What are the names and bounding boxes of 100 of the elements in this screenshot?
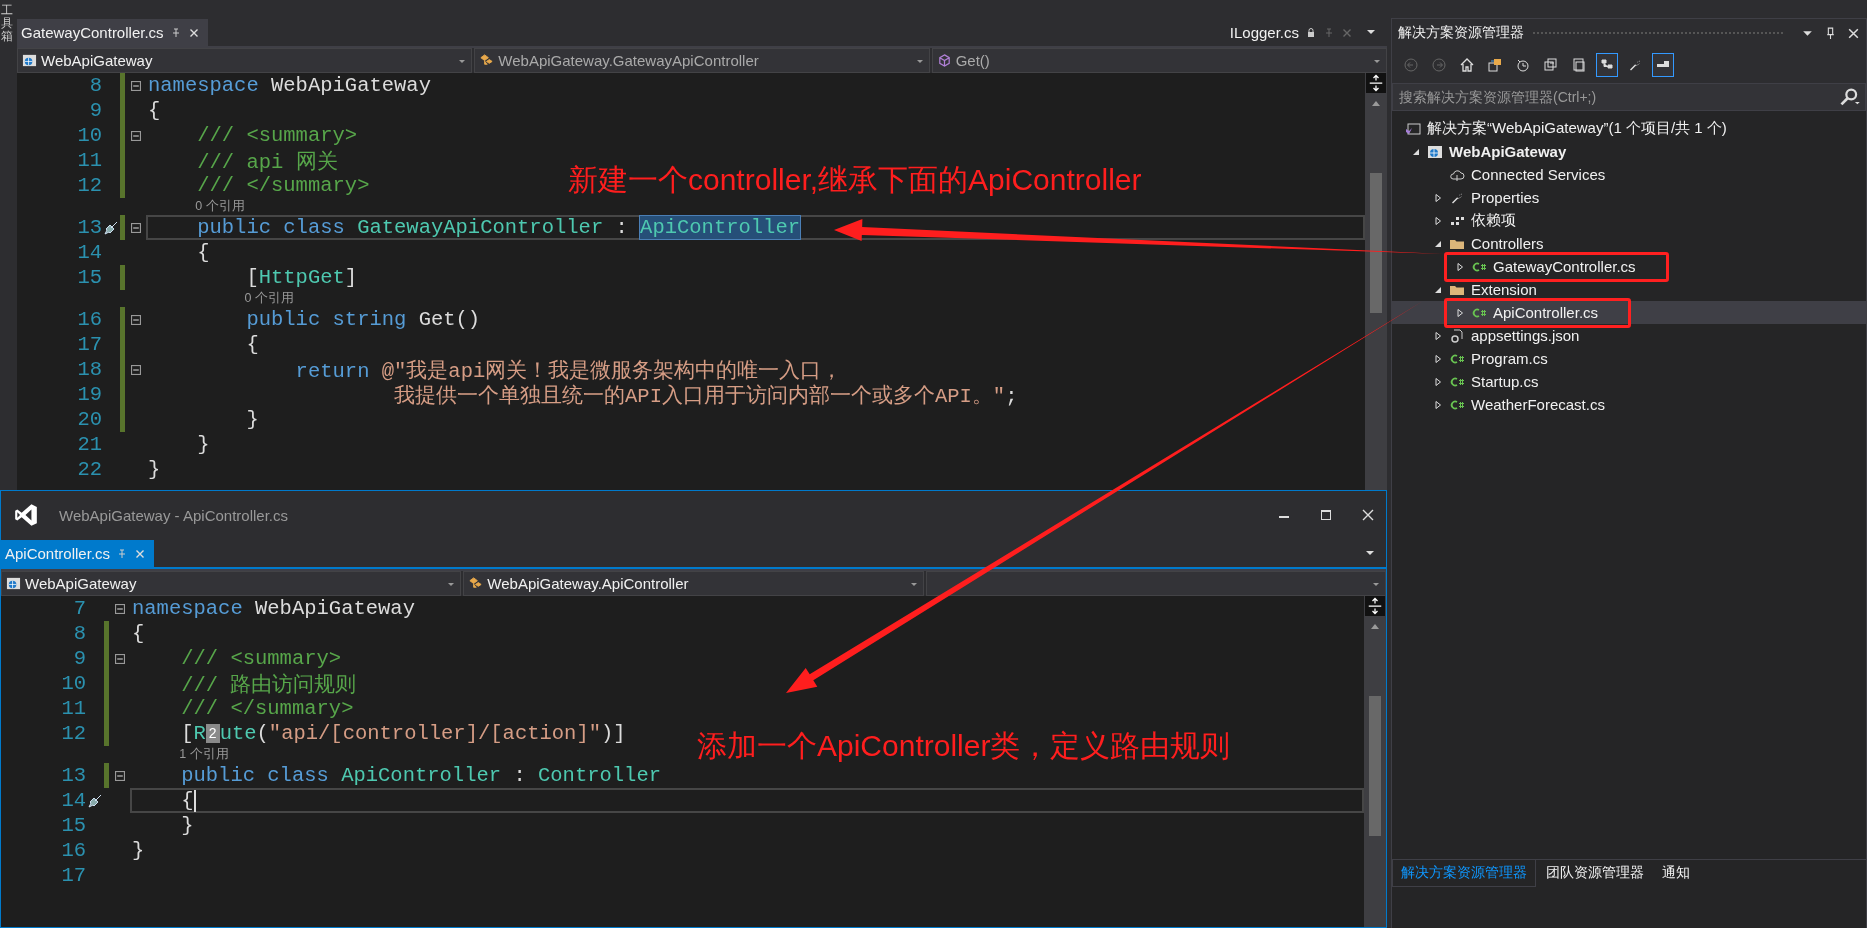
tree-item[interactable]: Connected Services — [1471, 166, 1606, 183]
line-number: 15 — [76, 265, 102, 290]
code-text: { — [196, 241, 210, 264]
collapse-icon[interactable] — [131, 222, 141, 233]
tree-item[interactable]: Program.cs — [1471, 350, 1548, 367]
tree-item[interactable]: GatewayController.cs — [1493, 258, 1636, 275]
file-tab[interactable]: GatewayController.cs — [17, 19, 208, 46]
line-number: 22 — [76, 457, 102, 482]
reference-count[interactable]: 1 个引用 — [179, 746, 229, 763]
navigation-dropdown[interactable]: WebApiGateway — [1, 571, 462, 596]
panel-tab[interactable]: 解决方案资源管理器 — [1392, 860, 1536, 887]
tree-item[interactable]: WeatherForecast.cs — [1471, 396, 1605, 413]
navigation-dropdown[interactable]: WebApiGateway — [17, 48, 473, 73]
line-number: 8 — [72, 621, 86, 646]
line-number: 8 — [88, 73, 102, 98]
navigation-dropdown[interactable]: WebApiGateway.GatewayApiController — [474, 48, 930, 73]
scroll-thumb[interactable] — [1370, 173, 1382, 313]
collapse-icon[interactable] — [115, 770, 125, 781]
code-text: { — [132, 622, 145, 645]
tree-item[interactable]: 依赖项 — [1471, 211, 1516, 230]
line-number: 21 — [76, 432, 102, 457]
collapse-icon[interactable] — [131, 364, 141, 375]
tree-item[interactable]: WebApiGateway — [1449, 143, 1567, 160]
class-icon — [479, 53, 495, 68]
splitter-icon[interactable] — [1365, 596, 1385, 616]
tree-item[interactable]: appsettings.json — [1471, 327, 1580, 344]
navigation-dropdown[interactable]: WebApiGateway.ApiController — [463, 571, 924, 596]
code-text: ute("api/[controller]/[action]")] — [219, 722, 626, 745]
collapse-icon[interactable] — [131, 314, 141, 325]
globe-icon — [22, 53, 37, 68]
code-text: /// <summary> — [196, 124, 358, 147]
code-text: } — [180, 814, 194, 837]
collapsed-icon[interactable] — [1455, 261, 1465, 272]
tree-item[interactable]: Startup.cs — [1471, 373, 1539, 390]
code-text: { — [245, 333, 259, 356]
collapsed-icon[interactable] — [1433, 353, 1443, 364]
reference-count[interactable]: 0 个引用 — [195, 198, 245, 215]
line-number: 11 — [60, 696, 86, 721]
code-text: } — [245, 408, 259, 431]
preview-icon[interactable] — [1652, 53, 1674, 77]
splitter-icon[interactable] — [1366, 73, 1386, 93]
scroll-up-icon[interactable] — [1371, 99, 1381, 107]
line-number: 16 — [60, 838, 86, 863]
collapse-icon[interactable] — [115, 603, 125, 614]
code-text: /// <summary> — [180, 647, 342, 670]
scrollbar[interactable] — [1364, 596, 1386, 927]
scroll-thumb[interactable] — [1369, 696, 1381, 836]
close-icon[interactable] — [1847, 26, 1860, 40]
dropdown-value: WebApiGateway — [41, 52, 153, 69]
file-tab[interactable]: ILogger.cs — [1229, 24, 1299, 41]
close-icon[interactable] — [1360, 507, 1376, 523]
tree-item[interactable]: Controllers — [1471, 235, 1544, 252]
code-text: public string Get() — [245, 308, 481, 331]
cube-icon — [936, 53, 952, 68]
line-number: 17 — [76, 332, 102, 357]
code-text: /// api 网关 — [196, 149, 338, 175]
tree-item[interactable]: Extension — [1471, 281, 1537, 298]
collapse-icon[interactable] — [115, 653, 125, 664]
collapse-icon[interactable] — [131, 80, 141, 91]
line-number: 10 — [60, 671, 86, 696]
brush-icon[interactable] — [87, 792, 103, 809]
scroll-up-icon[interactable] — [1370, 622, 1380, 630]
settings-file-icon — [1449, 327, 1465, 344]
panel-tab[interactable]: 通知 — [1654, 860, 1698, 886]
scrollbar[interactable] — [1365, 73, 1387, 490]
class-icon — [468, 576, 484, 591]
code-text: /// </summary> — [180, 697, 354, 720]
dropdown-value: WebApiGateway — [25, 575, 137, 592]
brush-icon[interactable] — [103, 219, 119, 236]
panel-tab[interactable]: 团队资源管理器 — [1538, 860, 1652, 886]
tree-item[interactable]: 解决方案“WebApiGateway”(1 个项目/共 1 个) — [1427, 119, 1727, 138]
code-text: /// 路由访问规则 — [180, 672, 357, 698]
collapsed-icon[interactable] — [1433, 399, 1443, 410]
collapsed-icon[interactable] — [1433, 376, 1443, 387]
collapsed-icon[interactable] — [1433, 215, 1443, 226]
code-text: namespace WebApiGateway — [148, 74, 431, 97]
toolbox-tab[interactable]: 工具箱 — [1, 4, 13, 44]
annotation-text: 新建一个controller,继承下面的ApiController — [568, 162, 1142, 198]
code-text: public class GatewayApiController : ApiController — [196, 216, 801, 239]
line-number: 14 — [60, 788, 86, 813]
code-text: } — [196, 433, 210, 456]
line-number: 17 — [60, 863, 86, 888]
collapse-icon[interactable] — [131, 130, 141, 141]
tree-item[interactable]: Properties — [1471, 189, 1540, 206]
globe-icon — [1427, 143, 1443, 160]
line-number: 12 — [60, 721, 86, 746]
tree-item[interactable]: ApiController.cs — [1493, 304, 1599, 321]
code-text: [R — [180, 722, 206, 745]
reference-count[interactable]: 0 个引用 — [244, 290, 294, 307]
line-number: 20 — [76, 407, 102, 432]
collapsed-icon[interactable] — [1455, 307, 1465, 318]
close-icon[interactable] — [187, 26, 200, 39]
navigation-dropdown[interactable]: Get() — [931, 48, 1387, 73]
collapsed-icon[interactable] — [1433, 192, 1443, 203]
collapsed-icon[interactable] — [1433, 330, 1443, 341]
tree-icon[interactable] — [1596, 53, 1618, 77]
code-text: { — [148, 99, 161, 122]
code-text: } — [148, 458, 161, 481]
pin-icon[interactable] — [1824, 26, 1837, 40]
code-text: } — [132, 839, 145, 862]
